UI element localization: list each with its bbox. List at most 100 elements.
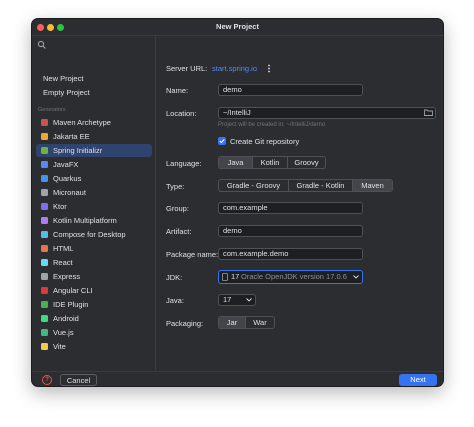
sidebar-item-html[interactable]: HTML — [36, 242, 152, 255]
folder-icon[interactable] — [424, 109, 433, 116]
html-icon — [41, 245, 48, 252]
sidebar-item-new-project[interactable]: New Project — [36, 72, 152, 85]
sidebar-item-label: Jakarta EE — [53, 132, 90, 141]
type-option-maven[interactable]: Maven — [353, 180, 392, 191]
location-value: ~/IntelliJ — [223, 108, 251, 117]
compose-icon — [41, 231, 48, 238]
jakarta-icon — [41, 133, 48, 140]
cancel-button[interactable]: Cancel — [60, 374, 97, 386]
language-option-kotlin[interactable]: Kotlin — [253, 157, 288, 168]
dialog-footer: ? Cancel Next — [32, 371, 443, 386]
language-selector: Java Kotlin Groovy — [218, 156, 326, 169]
search-icon[interactable] — [37, 40, 47, 50]
sidebar-item-micronaut[interactable]: Micronaut — [36, 186, 152, 199]
language-option-groovy[interactable]: Groovy — [288, 157, 325, 168]
sidebar-item-ktor[interactable]: Ktor — [36, 200, 152, 213]
ktor-icon — [41, 203, 48, 210]
sidebar-item-android[interactable]: Android — [36, 312, 152, 325]
git-label: Create Git repository — [230, 137, 300, 146]
location-input[interactable]: ~/IntelliJ — [218, 107, 436, 119]
jdk-version: 17 — [231, 272, 240, 281]
vite-icon — [41, 343, 48, 350]
sidebar-item-label: Spring Initializr — [53, 146, 103, 155]
packaging-option-jar[interactable]: Jar — [219, 317, 246, 328]
sidebar-item-kotlin-multiplatform[interactable]: Kotlin Multiplatform — [36, 214, 152, 227]
sidebar-item-label: Quarkus — [53, 174, 82, 183]
more-vertical-icon[interactable] — [266, 64, 272, 73]
packaging-option-war[interactable]: War — [246, 317, 274, 328]
new-project-dialog: New Project New Project Empty Project Ge… — [31, 18, 444, 387]
javafx-icon — [41, 161, 48, 168]
language-option-java[interactable]: Java — [219, 157, 253, 168]
help-icon[interactable]: ? — [42, 375, 52, 385]
angular-icon — [41, 287, 48, 294]
sidebar-item-angular-cli[interactable]: Angular CLI — [36, 284, 152, 297]
kotlin-icon — [41, 217, 48, 224]
title-bar: New Project — [32, 19, 443, 36]
sidebar-item-label: Express — [53, 272, 81, 281]
language-label: Language: — [166, 159, 202, 168]
group-input[interactable]: com.example — [218, 202, 363, 214]
sidebar-item-react[interactable]: React — [36, 256, 152, 269]
sidebar-item-javafx[interactable]: JavaFX — [36, 158, 152, 171]
jdk-icon — [222, 273, 228, 281]
sidebar-item-label: Angular CLI — [53, 286, 93, 295]
sidebar-item-vue-js[interactable]: Vue.js — [36, 326, 152, 339]
jdk-detail: Oracle OpenJDK version 17.0.6 — [241, 272, 347, 281]
chevron-down-icon — [353, 275, 359, 279]
sidebar-item-label: Vite — [53, 342, 66, 351]
sidebar-item-label: Ktor — [53, 202, 67, 211]
artifact-input[interactable]: demo — [218, 225, 363, 237]
sidebar-item-empty-project[interactable]: Empty Project — [36, 86, 152, 99]
sidebar-item-jakarta-ee[interactable]: Jakarta EE — [36, 130, 152, 143]
window-title: New Project — [216, 22, 259, 31]
sidebar-item-label: Android — [53, 314, 79, 323]
sidebar-item-label: New Project — [43, 74, 84, 83]
package-name-input[interactable]: com.example.demo — [218, 248, 363, 260]
sidebar-item-label: IDE Plugin — [53, 300, 89, 309]
sidebar-item-spring-initializr[interactable]: Spring Initializr — [36, 144, 152, 157]
packaging-label: Packaging: — [166, 319, 204, 328]
location-hint: Project will be created in: ~/IntelliJ/d… — [218, 122, 326, 128]
jdk-dropdown[interactable]: 17 Oracle OpenJDK version 17.0.6 — [218, 270, 363, 284]
maven-icon — [41, 119, 48, 126]
type-option-gradle-groovy[interactable]: Gradle - Groovy — [219, 180, 289, 191]
artifact-label: Artifact: — [166, 227, 192, 236]
java-label: Java: — [166, 296, 184, 305]
sidebar-item-ide-plugin[interactable]: IDE Plugin — [36, 298, 152, 311]
location-label: Location: — [166, 109, 197, 118]
build-type-selector: Gradle - Groovy Gradle - Kotlin Maven — [218, 179, 393, 192]
next-button[interactable]: Next — [399, 374, 437, 386]
plugin-icon — [41, 301, 48, 308]
sidebar-item-express[interactable]: Express — [36, 270, 152, 283]
express-icon — [41, 273, 48, 280]
server-url-label: Server URL: — [166, 64, 208, 73]
sidebar-item-quarkus[interactable]: Quarkus — [36, 172, 152, 185]
sidebar-item-label: Maven Archetype — [53, 118, 111, 127]
sidebar-item-label: JavaFX — [53, 160, 79, 169]
generators-heading: Generators — [38, 107, 66, 113]
sidebar-item-label: HTML — [53, 244, 74, 253]
sidebar-item-label: React — [53, 258, 73, 267]
sidebar-item-maven-archetype[interactable]: Maven Archetype — [36, 116, 152, 129]
server-url-link[interactable]: start.spring.io — [212, 64, 257, 73]
checkmark-icon — [219, 138, 225, 144]
android-icon — [41, 315, 48, 322]
name-input[interactable]: demo — [218, 84, 363, 96]
project-form: Server URL: start.spring.io Name: demo L… — [157, 36, 443, 371]
java-version-value: 17 — [223, 295, 232, 304]
vue-icon — [41, 329, 48, 336]
group-label: Group: — [166, 204, 189, 213]
packaging-selector: Jar War — [218, 316, 275, 329]
java-version-dropdown[interactable]: 17 — [218, 294, 256, 306]
name-label: Name: — [166, 86, 189, 95]
sidebar-item-vite[interactable]: Vite — [36, 340, 152, 353]
micronaut-icon — [41, 189, 48, 196]
type-option-gradle-kotlin[interactable]: Gradle - Kotlin — [289, 180, 353, 191]
sidebar-item-compose-for-desktop[interactable]: Compose for Desktop — [36, 228, 152, 241]
quarkus-icon — [41, 175, 48, 182]
git-checkbox[interactable] — [218, 137, 226, 145]
jdk-label: JDK: — [166, 273, 183, 282]
sidebar-item-label: Empty Project — [43, 88, 90, 97]
sidebar: New Project Empty Project Generators Mav… — [32, 36, 156, 371]
